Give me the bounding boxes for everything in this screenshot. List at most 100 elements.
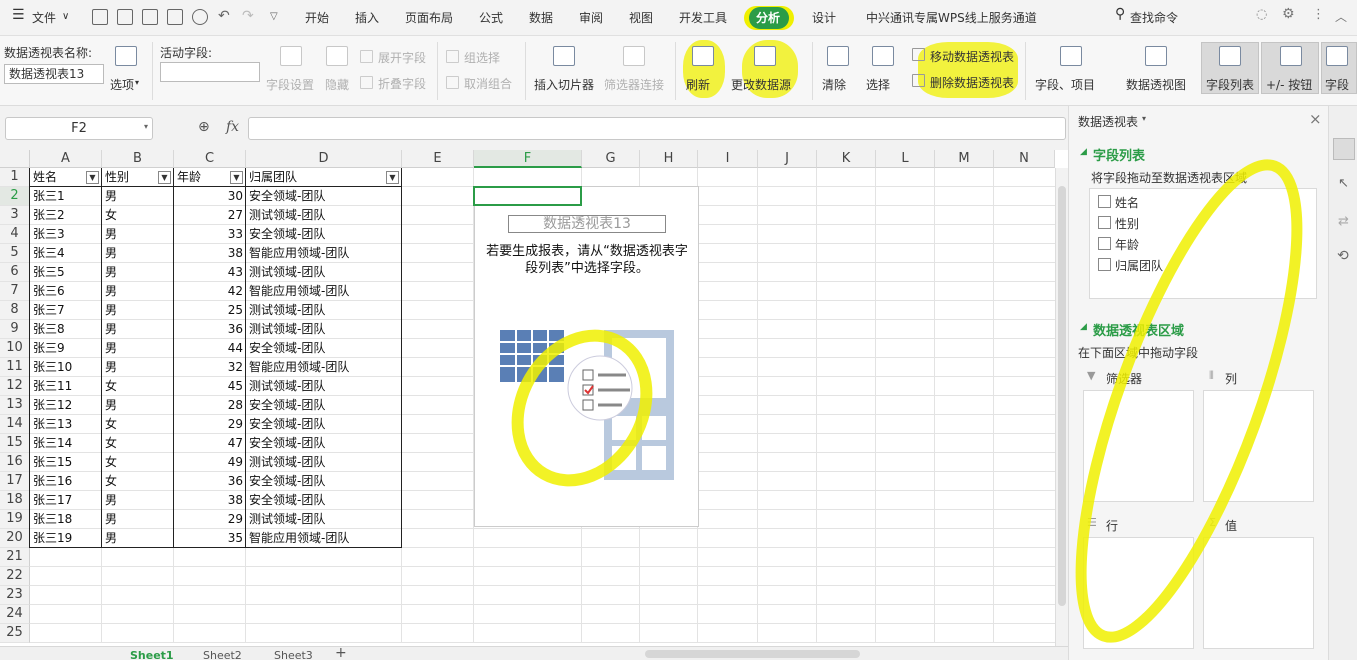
- search-command[interactable]: 查找命令: [1130, 9, 1178, 26]
- row-header[interactable]: 19: [0, 510, 30, 529]
- table-cell[interactable]: 30: [177, 187, 243, 206]
- open-icon[interactable]: [92, 9, 108, 25]
- fields-items-icon[interactable]: [1060, 46, 1082, 66]
- scroll-thumb[interactable]: [1058, 186, 1066, 606]
- table-cell[interactable]: 女: [105, 206, 171, 225]
- clear-button[interactable]: 清除: [822, 76, 846, 93]
- row-header[interactable]: 17: [0, 472, 30, 491]
- tab-start[interactable]: 开始: [305, 9, 329, 26]
- column-header[interactable]: D: [246, 150, 402, 168]
- table-cell[interactable]: 男: [105, 358, 171, 377]
- table-cell[interactable]: 张三8: [33, 320, 99, 339]
- cursor-icon[interactable]: ↖: [1338, 176, 1349, 191]
- table-cell[interactable]: 29: [177, 510, 243, 529]
- row-header[interactable]: 15: [0, 434, 30, 453]
- close-icon[interactable]: ×: [1309, 110, 1322, 128]
- table-cell[interactable]: 男: [105, 320, 171, 339]
- tab-view[interactable]: 视图: [629, 9, 653, 26]
- delete-pivot-button[interactable]: 删除数据透视表: [930, 74, 1014, 91]
- column-header[interactable]: I: [698, 150, 758, 168]
- table-cell[interactable]: 27: [177, 206, 243, 225]
- table-cell[interactable]: 36: [177, 320, 243, 339]
- search-icon[interactable]: ⚲: [1115, 6, 1125, 22]
- panel-title[interactable]: 数据透视表: [1078, 113, 1138, 130]
- row-header[interactable]: 20: [0, 529, 30, 548]
- column-header[interactable]: K: [817, 150, 876, 168]
- tab-review[interactable]: 审阅: [579, 9, 603, 26]
- table-cell[interactable]: 安全领域-团队: [249, 415, 399, 434]
- row-header[interactable]: 21: [0, 548, 30, 567]
- active-cell-f2[interactable]: [473, 186, 582, 206]
- table-cell[interactable]: 张三17: [33, 491, 99, 510]
- tab-page-layout[interactable]: 页面布局: [405, 9, 453, 26]
- filter-connection-icon[interactable]: [623, 46, 645, 66]
- name-box[interactable]: F2: [5, 117, 153, 140]
- column-header[interactable]: N: [994, 150, 1055, 168]
- table-cell[interactable]: 33: [177, 225, 243, 244]
- plus-minus-icon[interactable]: [1280, 46, 1302, 66]
- table-cell[interactable]: 女: [105, 434, 171, 453]
- row-header[interactable]: 24: [0, 605, 30, 624]
- row-header[interactable]: 10: [0, 339, 30, 358]
- history-icon[interactable]: ⟲: [1337, 248, 1349, 264]
- table-cell[interactable]: 测试领域-团队: [249, 301, 399, 320]
- row-header[interactable]: 13: [0, 396, 30, 415]
- table-cell[interactable]: 男: [105, 301, 171, 320]
- comment-icon[interactable]: ◌: [1256, 7, 1267, 22]
- add-sheet-icon[interactable]: +: [335, 645, 347, 661]
- column-header[interactable]: A: [30, 150, 102, 168]
- filter-dropdown-icon[interactable]: ▼: [386, 171, 399, 184]
- table-cell[interactable]: 安全领域-团队: [249, 339, 399, 358]
- preview-icon[interactable]: [192, 9, 208, 25]
- tab-data[interactable]: 数据: [529, 9, 553, 26]
- table-cell[interactable]: 张三9: [33, 339, 99, 358]
- field-headers-icon[interactable]: [1326, 46, 1348, 66]
- tab-zte-service[interactable]: 中兴通讯专属WPS线上服务通道: [866, 9, 1037, 26]
- table-cell[interactable]: 男: [105, 225, 171, 244]
- table-cell[interactable]: 张三11: [33, 377, 99, 396]
- fields-items-button[interactable]: 字段、项目: [1035, 76, 1095, 93]
- table-cell[interactable]: 女: [105, 377, 171, 396]
- pivot-panel-toggle-icon[interactable]: [1333, 138, 1355, 160]
- table-cell[interactable]: 男: [105, 244, 171, 263]
- table-cell[interactable]: 张三6: [33, 282, 99, 301]
- vertical-scrollbar[interactable]: [1055, 168, 1068, 646]
- table-cell[interactable]: 张三12: [33, 396, 99, 415]
- file-menu[interactable]: 文件: [32, 9, 56, 26]
- select-button[interactable]: 选择: [866, 76, 890, 93]
- table-cell[interactable]: 28: [177, 396, 243, 415]
- move-pivot-button[interactable]: 移动数据透视表: [930, 48, 1014, 65]
- table-cell[interactable]: 张三13: [33, 415, 99, 434]
- sheet-tab-1[interactable]: Sheet1: [130, 649, 174, 662]
- hide-icon[interactable]: [326, 46, 348, 66]
- tab-insert[interactable]: 插入: [355, 9, 379, 26]
- table-cell[interactable]: 张三3: [33, 225, 99, 244]
- field-headers-button[interactable]: 字段: [1325, 76, 1349, 93]
- field-list-icon[interactable]: [1219, 46, 1241, 66]
- column-header[interactable]: F: [474, 150, 582, 168]
- table-cell[interactable]: 32: [177, 358, 243, 377]
- hide-button[interactable]: 隐藏: [325, 76, 349, 93]
- table-cell[interactable]: 男: [105, 187, 171, 206]
- table-cell[interactable]: 38: [177, 244, 243, 263]
- horizontal-scroll-thumb[interactable]: [645, 650, 860, 658]
- refresh-button[interactable]: 刷新: [686, 76, 710, 93]
- table-cell[interactable]: 张三5: [33, 263, 99, 282]
- row-header[interactable]: 7: [0, 282, 30, 301]
- print-icon[interactable]: [167, 9, 183, 25]
- change-source-button[interactable]: 更改数据源: [731, 76, 791, 93]
- table-cell[interactable]: 47: [177, 434, 243, 453]
- table-cell[interactable]: 张三15: [33, 453, 99, 472]
- table-cell[interactable]: 安全领域-团队: [249, 491, 399, 510]
- refresh-icon[interactable]: [692, 46, 714, 66]
- ungroup-button[interactable]: 取消组合: [464, 75, 512, 92]
- row-header[interactable]: 9: [0, 320, 30, 339]
- table-cell[interactable]: 安全领域-团队: [249, 396, 399, 415]
- pivot-chart-button[interactable]: 数据透视图: [1126, 76, 1186, 93]
- row-header[interactable]: 23: [0, 586, 30, 605]
- row-header[interactable]: 11: [0, 358, 30, 377]
- table-cell[interactable]: 49: [177, 453, 243, 472]
- fx-icon[interactable]: fx: [226, 119, 239, 135]
- filter-dropdown-icon[interactable]: ▼: [86, 171, 99, 184]
- table-cell[interactable]: 43: [177, 263, 243, 282]
